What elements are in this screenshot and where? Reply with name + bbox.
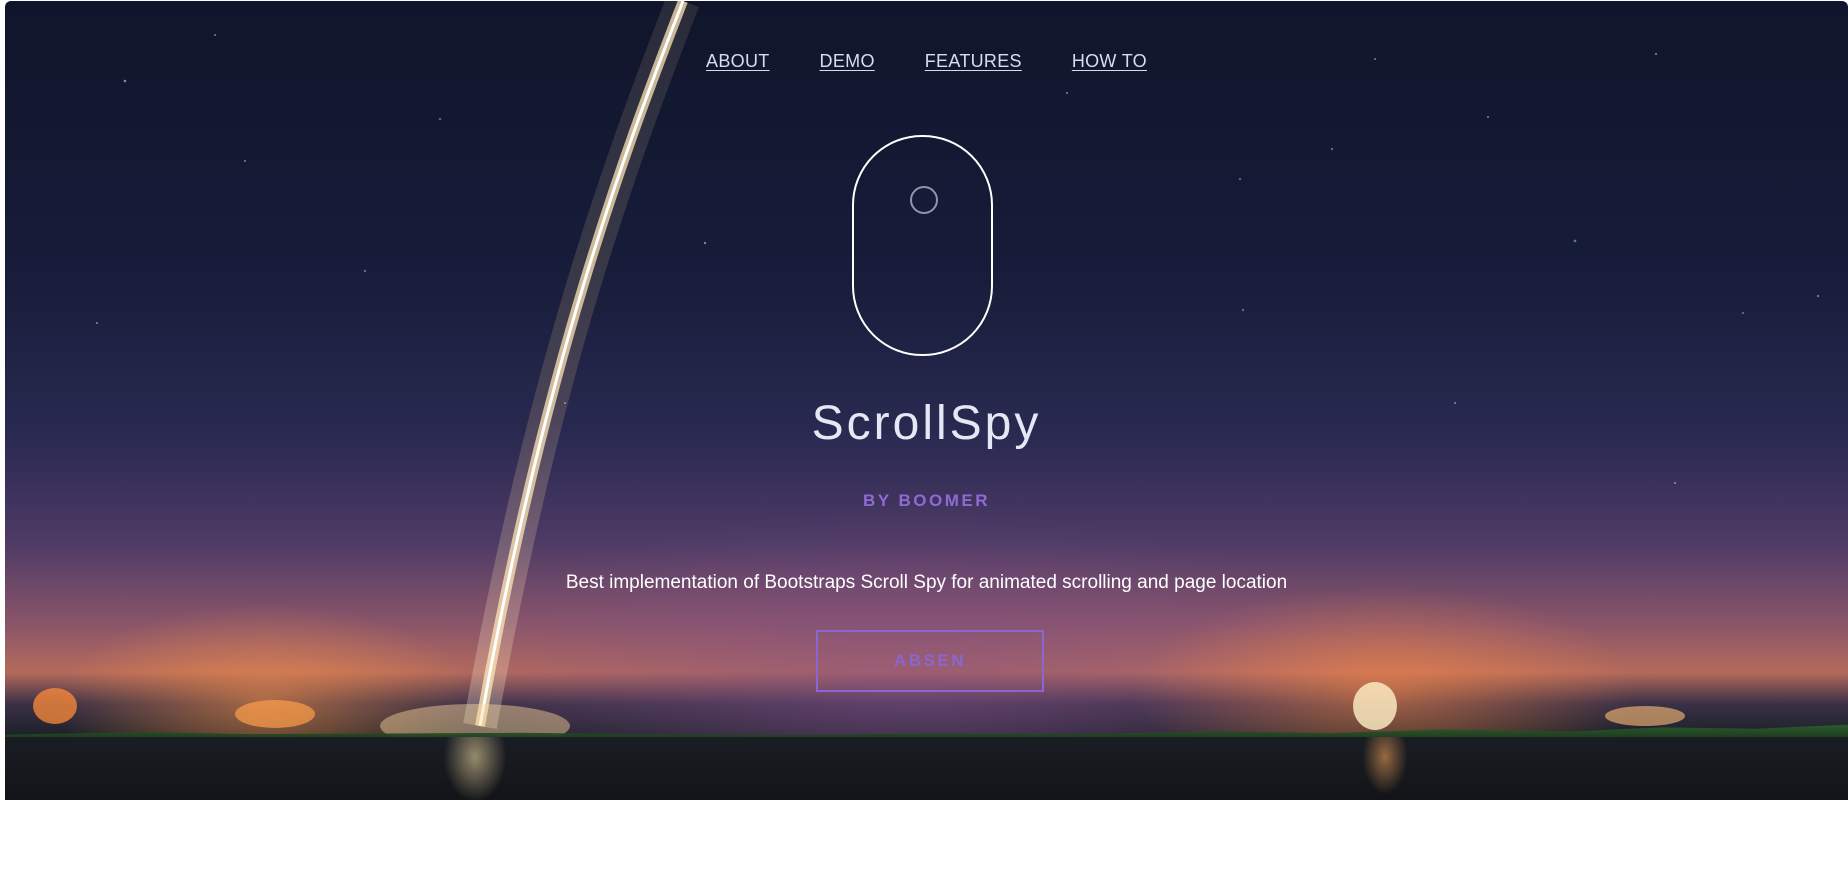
mouse-scroll-icon[interactable] — [852, 135, 993, 356]
hero-section: ABOUT DEMO FEATURES HOW TO ScrollSpy BY … — [5, 1, 1848, 800]
mouse-wheel-icon — [910, 186, 938, 214]
absen-button[interactable]: ABSEN — [816, 630, 1044, 692]
nav-link-demo[interactable]: DEMO — [820, 51, 875, 72]
nav-link-how-to[interactable]: HOW TO — [1072, 51, 1147, 72]
nav-link-features[interactable]: FEATURES — [925, 51, 1022, 72]
hero-description: Best implementation of Bootstraps Scroll… — [565, 572, 1288, 593]
nav-link-about[interactable]: ABOUT — [706, 51, 770, 72]
water-reflection — [5, 737, 1848, 800]
page: ABOUT DEMO FEATURES HOW TO ScrollSpy BY … — [0, 0, 1848, 876]
page-title: ScrollSpy — [811, 397, 1042, 450]
top-navigation: ABOUT DEMO FEATURES HOW TO — [5, 51, 1848, 72]
page-subtitle: BY BOOMER — [862, 491, 991, 510]
